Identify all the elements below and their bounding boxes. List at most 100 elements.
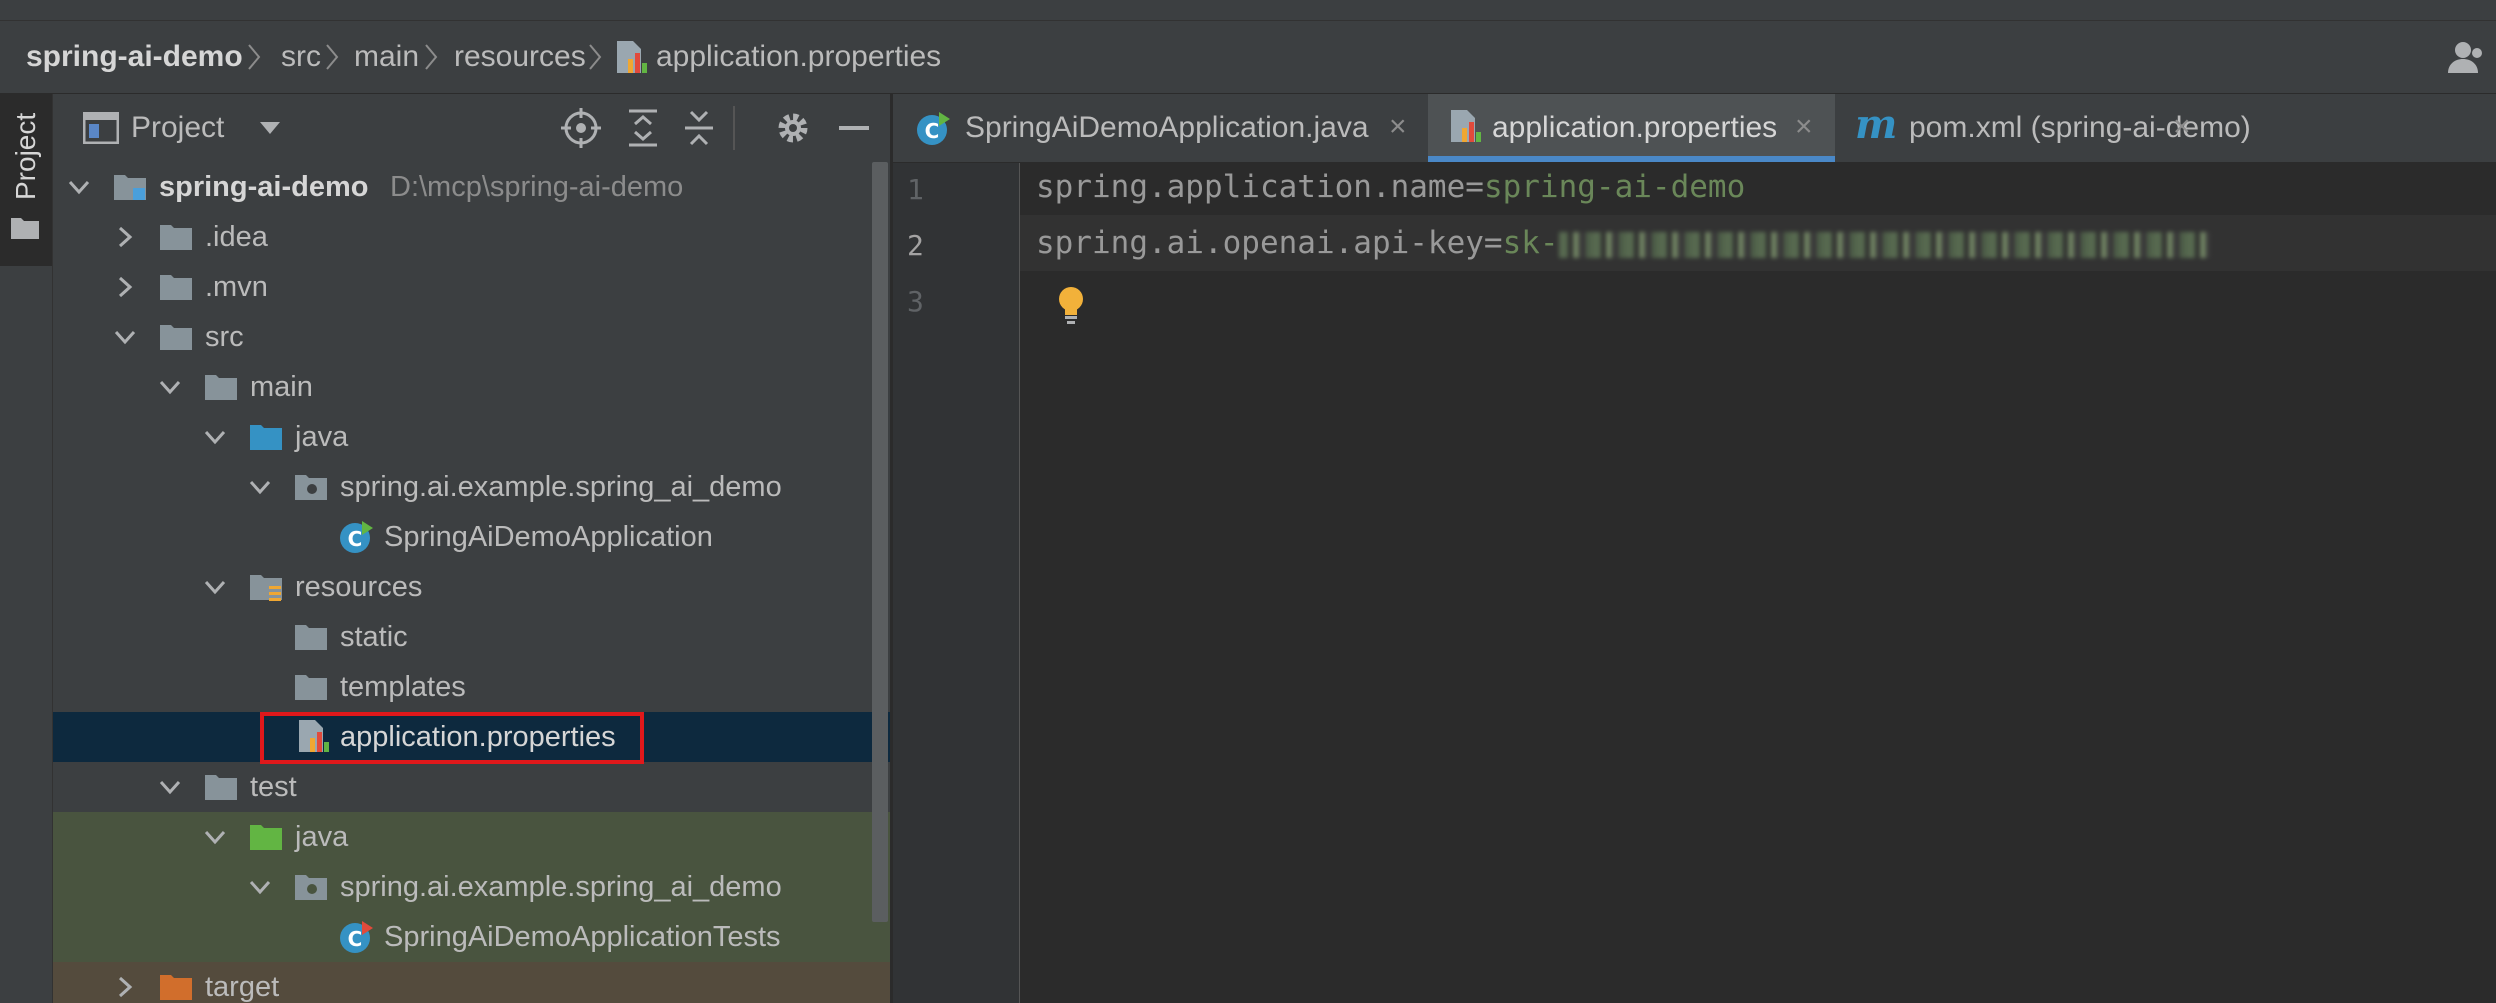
lightbulb-icon[interactable]: [1055, 285, 1087, 325]
line-number: 3: [907, 285, 924, 318]
close-icon[interactable]: ×: [2173, 112, 2191, 142]
tree-item-label: SpringAiDemoApplication: [384, 521, 713, 553]
collapse-all-icon[interactable]: [681, 108, 717, 148]
tab-application-properties[interactable]: application.properties ×: [1428, 94, 1835, 162]
breadcrumb-project[interactable]: spring-ai-demo: [26, 21, 243, 93]
properties-file-icon: [1448, 108, 1482, 144]
resources-folder-icon: [249, 572, 283, 602]
tree-item-main-java[interactable]: java: [53, 412, 890, 462]
chevron-down-icon[interactable]: [67, 175, 91, 199]
breadcrumb-separator-icon: [588, 43, 602, 71]
tab-pom-xml[interactable]: m pom.xml (spring-ai-demo) ×: [1837, 94, 2257, 162]
svg-text:C: C: [348, 527, 363, 551]
tree-item-idea[interactable]: .idea: [53, 212, 890, 262]
breadcrumb-item-resources[interactable]: resources: [454, 21, 586, 93]
editor-gutter: 1 2 3: [893, 163, 1020, 1003]
hide-panel-icon[interactable]: [839, 126, 869, 130]
line-number: 2: [907, 229, 924, 262]
folder-icon: [159, 272, 193, 302]
tree-item-test-java[interactable]: java: [53, 812, 890, 862]
property-value: sk-: [1502, 225, 1559, 261]
tree-item-templates[interactable]: templates: [53, 662, 890, 712]
project-scrollbar[interactable]: [872, 162, 888, 922]
chevron-down-icon[interactable]: [113, 325, 137, 349]
java-class-icon: C: [915, 110, 951, 146]
chevron-down-icon[interactable]: [248, 875, 272, 899]
tree-item-label: target: [205, 971, 280, 1003]
breadcrumb-item-main[interactable]: main: [354, 21, 419, 93]
tree-item-mvn[interactable]: .mvn: [53, 262, 890, 312]
tree-item-test-class[interactable]: C SpringAiDemoApplicationTests: [53, 912, 890, 962]
folder-icon: [294, 622, 328, 652]
folder-icon: [159, 222, 193, 252]
chevron-down-icon[interactable]: [203, 575, 227, 599]
tree-item-resources[interactable]: resources: [53, 562, 890, 612]
chevron-right-icon[interactable]: [113, 975, 137, 999]
property-key: spring.application.name=: [1036, 169, 1484, 205]
property-value: spring-ai-demo: [1483, 169, 1746, 205]
tree-item-package[interactable]: spring.ai.example.spring_ai_demo: [53, 462, 890, 512]
tree-item-test[interactable]: test: [53, 762, 890, 812]
expand-all-icon[interactable]: [625, 108, 661, 148]
project-panel-header: Project: [53, 94, 890, 162]
tree-item-label: java: [295, 421, 349, 453]
project-stripe-label: Project: [10, 112, 41, 200]
folder-icon: [10, 214, 40, 240]
folder-icon: [294, 672, 328, 702]
tree-item-label: templates: [340, 671, 466, 703]
project-path: D:\mcp\spring-ai-demo: [390, 171, 684, 203]
redacted-api-key: [1558, 231, 2211, 258]
code-editor[interactable]: 1 2 3 spring.application.name=spring-ai-…: [893, 163, 2496, 1003]
chevron-right-icon[interactable]: [113, 275, 137, 299]
header-divider: [733, 106, 735, 150]
package-icon: [294, 872, 328, 902]
close-icon[interactable]: ×: [1389, 112, 1407, 142]
chevron-right-icon[interactable]: [113, 225, 137, 249]
tree-item-label: spring-ai-demo: [159, 171, 369, 203]
java-test-class-icon: C: [338, 920, 373, 953]
tree-item-src[interactable]: src: [53, 312, 890, 362]
tree-item-test-package[interactable]: spring.ai.example.spring_ai_demo: [53, 862, 890, 912]
tree-item-label: static: [340, 621, 408, 653]
tree-item-label: main: [250, 371, 313, 403]
tab-label: SpringAiDemoApplication.java: [965, 111, 1369, 144]
breadcrumb-item-src[interactable]: src: [281, 21, 321, 93]
chevron-down-icon[interactable]: [158, 775, 182, 799]
tree-item-project-root[interactable]: spring-ai-demo D:\mcp\spring-ai-demo: [53, 162, 890, 212]
tree-item-label: spring.ai.example.spring_ai_demo: [340, 871, 782, 903]
chevron-down-icon[interactable]: [203, 425, 227, 449]
svg-text:C: C: [348, 927, 363, 951]
excluded-folder-icon: [159, 972, 193, 1002]
tree-item-static[interactable]: static: [53, 612, 890, 662]
tree-item-target[interactable]: target: [53, 962, 890, 1003]
code-line-1[interactable]: spring.application.name=spring-ai-demo: [1036, 159, 1745, 215]
tab-label: application.properties: [1492, 111, 1778, 144]
breadcrumb-file[interactable]: application.properties: [656, 21, 941, 93]
chevron-down-icon[interactable]: [158, 375, 182, 399]
tree-item-main-class[interactable]: C SpringAiDemoApplication: [53, 512, 890, 562]
navigation-bar: spring-ai-demo src main resources applic…: [0, 21, 2496, 94]
chevron-down-icon[interactable]: [248, 475, 272, 499]
chevron-down-icon[interactable]: [259, 120, 281, 136]
locate-file-icon[interactable]: [561, 108, 601, 148]
breadcrumb-separator-icon: [424, 43, 438, 71]
folder-icon: [204, 772, 238, 802]
project-view-icon: [82, 111, 120, 145]
project-tool-window-button[interactable]: Project: [0, 94, 52, 266]
highlight-annotation: [260, 712, 644, 764]
chevron-down-icon[interactable]: [203, 825, 227, 849]
tab-springaidemoapplication-java[interactable]: C SpringAiDemoApplication.java ×: [893, 94, 1430, 162]
package-icon: [294, 472, 328, 502]
properties-file-icon: [614, 39, 648, 75]
project-tree[interactable]: spring-ai-demo D:\mcp\spring-ai-demo .id…: [53, 162, 890, 1003]
maven-icon: m: [1855, 101, 1898, 148]
gear-icon[interactable]: [773, 108, 813, 148]
code-line-2[interactable]: spring.ai.openai.api-key=sk-: [1036, 215, 2211, 271]
tree-item-label: test: [250, 771, 297, 803]
user-icon[interactable]: [2446, 39, 2486, 75]
tree-item-main[interactable]: main: [53, 362, 890, 412]
tree-item-label: SpringAiDemoApplicationTests: [384, 921, 781, 953]
property-key: spring.ai.openai.api-key=: [1036, 225, 1503, 261]
close-icon[interactable]: ×: [1795, 112, 1813, 142]
project-view-title[interactable]: Project: [131, 94, 224, 162]
